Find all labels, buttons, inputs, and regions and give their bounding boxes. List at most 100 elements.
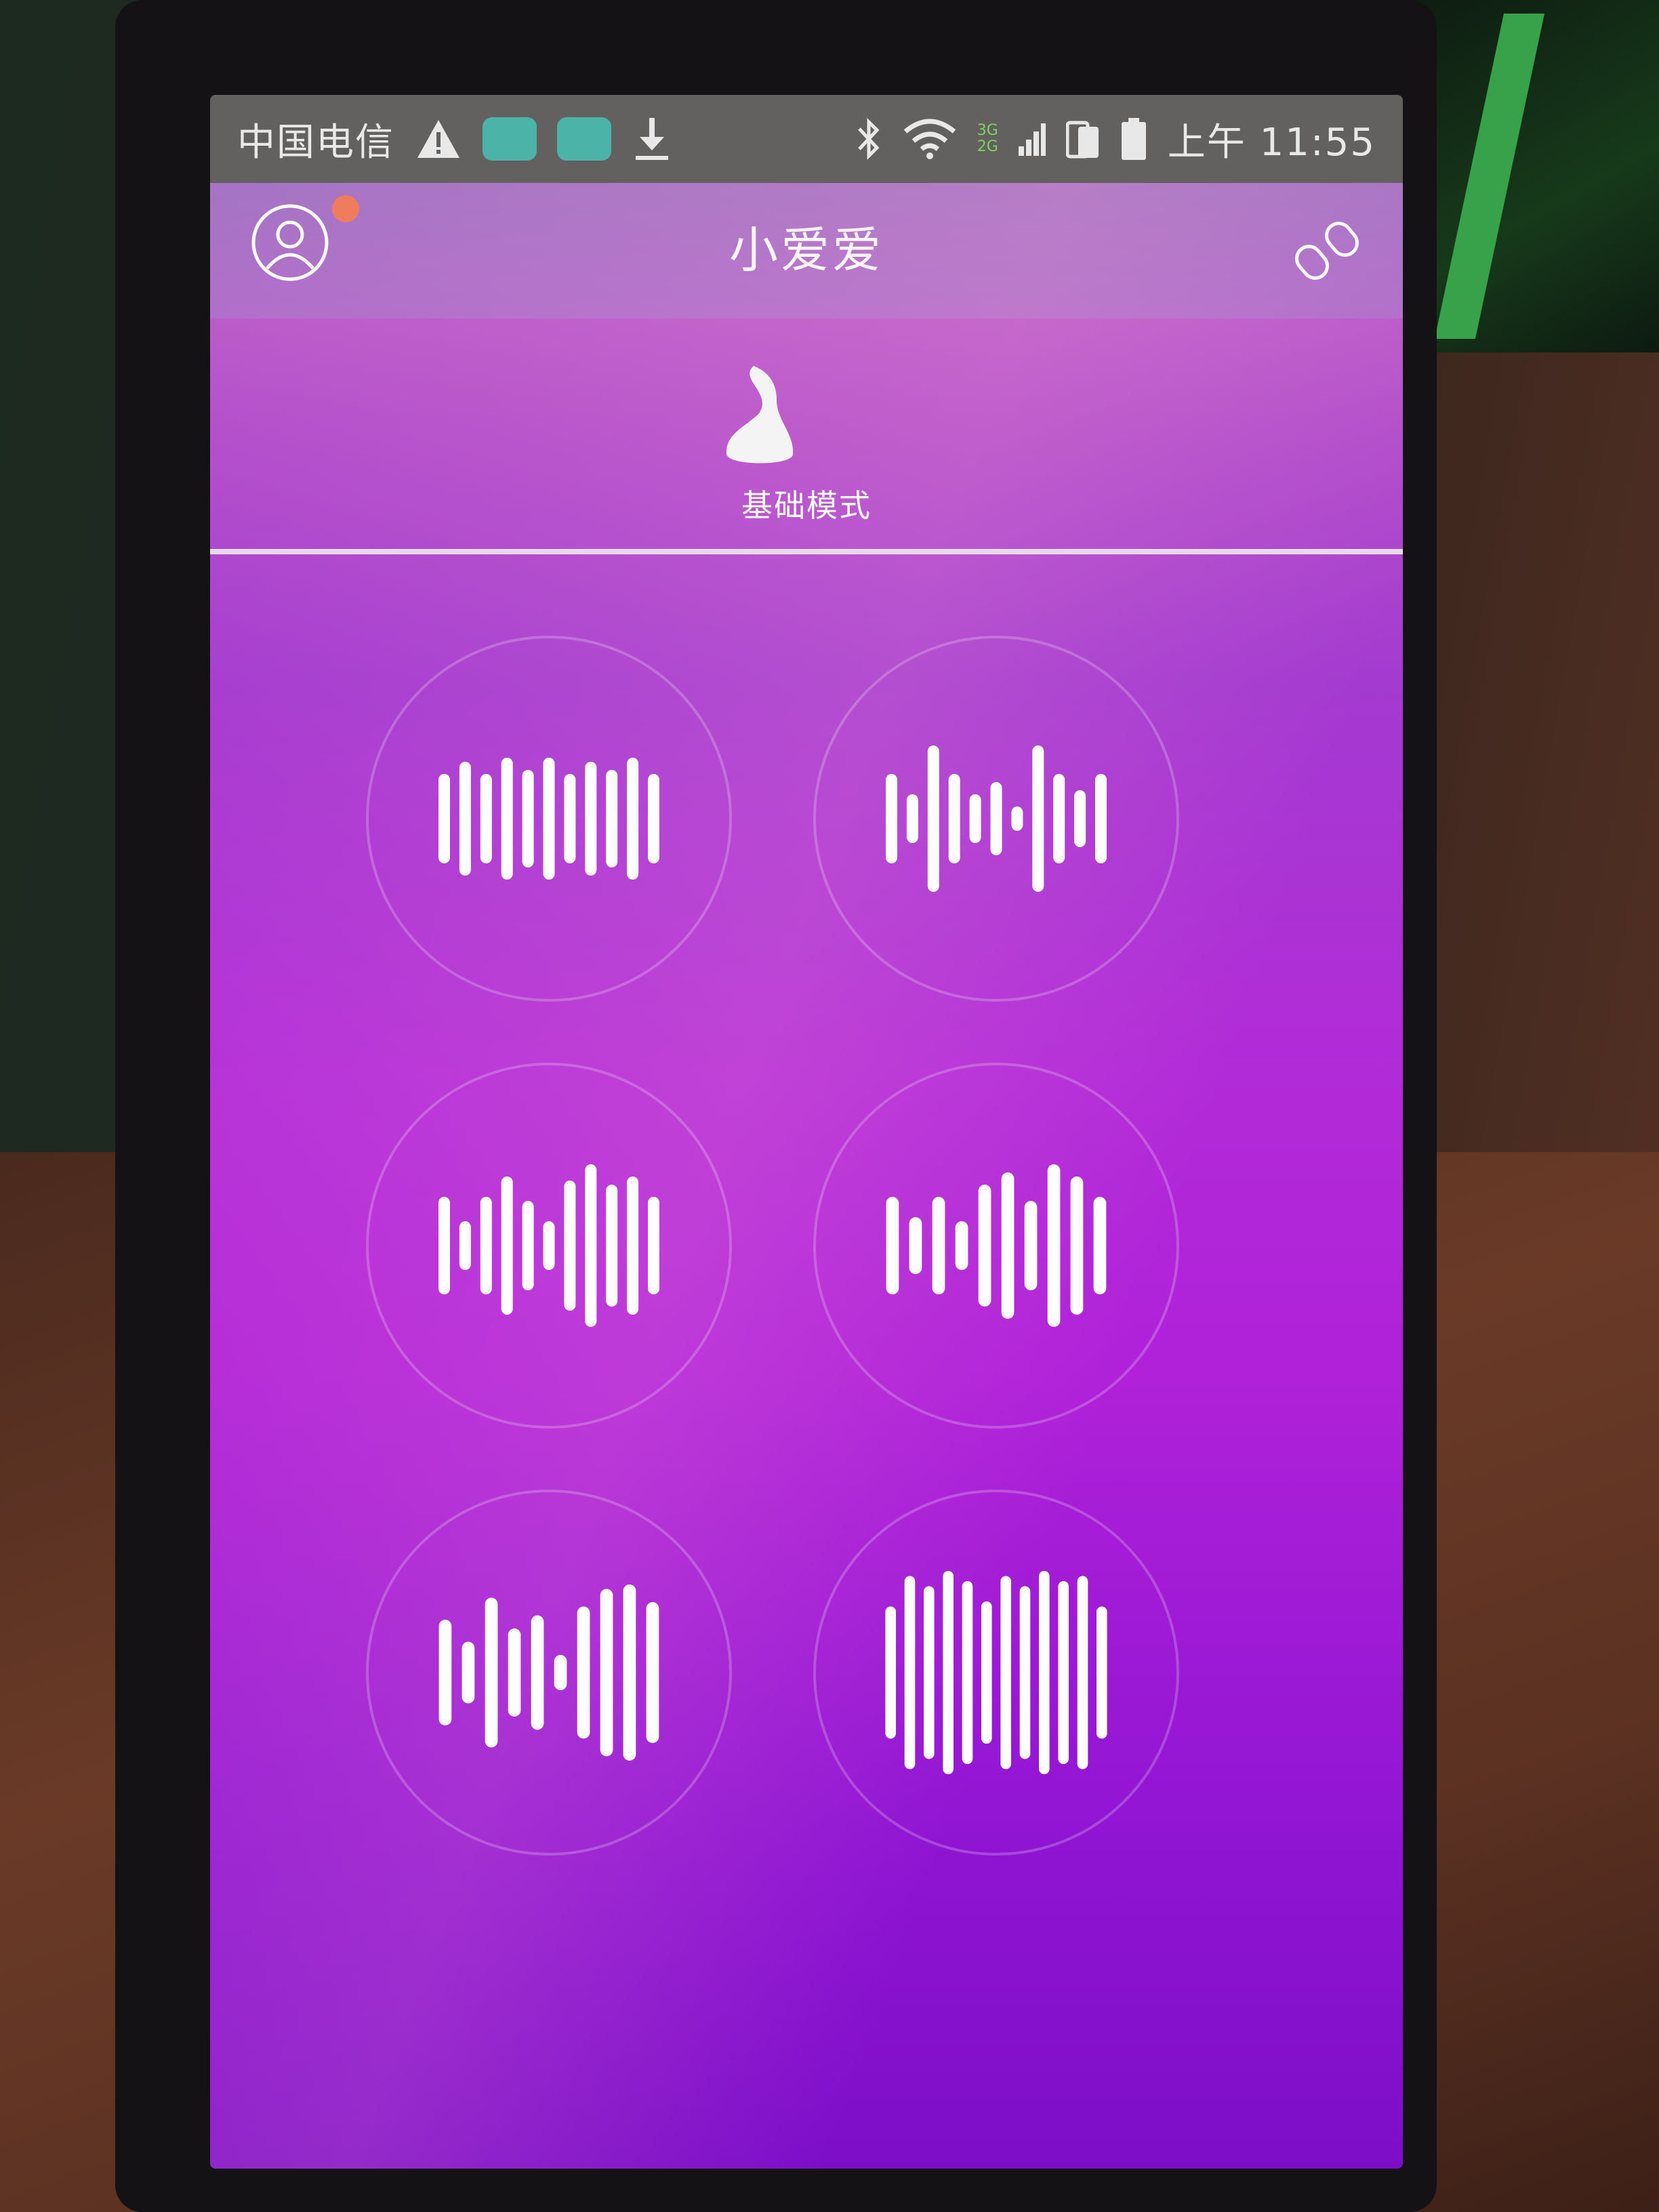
- connect-button[interactable]: [1294, 217, 1362, 285]
- waveform-bar: [585, 1164, 597, 1327]
- basic-mode-icon: [726, 366, 794, 464]
- waveform-bar: [990, 782, 1002, 855]
- pattern-button-5[interactable]: [366, 1490, 732, 1856]
- waveform-icon: [438, 1584, 659, 1761]
- waveform-bar: [909, 1217, 922, 1274]
- waveform-bar: [577, 1606, 590, 1739]
- waveform-bar: [564, 1181, 576, 1311]
- photo-background: 中国电信 3G 2G 上午 11:55 小爱爱 基础模式: [0, 0, 1659, 2212]
- waveform-bar: [1093, 1197, 1107, 1294]
- waveform-bar: [1039, 1571, 1050, 1774]
- waveform-bar: [648, 774, 659, 863]
- waveform-bar: [886, 774, 897, 863]
- waveform-bar: [1074, 790, 1086, 847]
- app-main: 小爱爱 基础模式: [210, 183, 1403, 2169]
- waveform-bar: [485, 1597, 498, 1748]
- waveform-bar: [1011, 806, 1023, 831]
- waveform-bar: [1070, 1176, 1084, 1315]
- waveform-bar: [438, 1620, 452, 1725]
- pattern-button-3[interactable]: [366, 1063, 732, 1429]
- waveform-bar: [886, 1197, 899, 1294]
- waveform-bar: [955, 1221, 968, 1270]
- waveform-bar: [1001, 1172, 1015, 1319]
- waveform-bar: [1095, 774, 1107, 863]
- pattern-grid: [210, 554, 1403, 2169]
- waveform-bar: [1019, 1586, 1031, 1759]
- tab-divider: [210, 549, 1403, 554]
- waveform-bar: [522, 1201, 534, 1290]
- waveform-bar: [885, 1606, 896, 1739]
- waveform-bar: [543, 1221, 555, 1270]
- status-time: 上午 11:55: [1167, 120, 1376, 165]
- waveform-bar: [1077, 1576, 1088, 1769]
- waveform-bar: [438, 1197, 450, 1294]
- waveform-icon: [438, 1164, 659, 1327]
- warning-icon: [415, 115, 462, 163]
- waveform-bar: [932, 1197, 945, 1294]
- waveform-icon: [886, 745, 1107, 892]
- waveform-bar: [585, 762, 597, 876]
- page-title: 小爱爱: [729, 222, 884, 279]
- waveform-bar: [1053, 774, 1065, 863]
- mode-label: 基础模式: [741, 487, 872, 524]
- status-bar: 中国电信 3G 2G 上午 11:55: [210, 95, 1403, 183]
- waveform-bar: [606, 770, 618, 867]
- waveform-bar: [627, 1176, 639, 1315]
- waveform-bar: [981, 1601, 992, 1744]
- waveform-bar: [1047, 1164, 1061, 1327]
- waveform-bar: [462, 1641, 475, 1704]
- waveform-bar: [969, 794, 981, 843]
- mode-tab-basic[interactable]: 基础模式: [210, 319, 1403, 549]
- waveform-bar: [531, 1615, 544, 1730]
- waveform-bar: [501, 1176, 513, 1315]
- phone-screen: 中国电信 3G 2G 上午 11:55 小爱爱 基础模式: [210, 95, 1403, 2169]
- pattern-button-6[interactable]: [813, 1490, 1179, 1856]
- download-icon: [632, 115, 672, 163]
- waveform-bar: [1058, 1581, 1069, 1764]
- waveform-bar: [943, 1571, 954, 1774]
- app-header: 小爱爱: [210, 183, 1403, 319]
- cellular-signal-icon: 3G 2G: [977, 115, 998, 163]
- waveform-bar: [543, 758, 555, 880]
- waveform-bar: [501, 758, 513, 880]
- waveform-bar: [962, 1581, 973, 1764]
- waveform-bar: [522, 770, 534, 867]
- waveform-bar: [623, 1584, 636, 1761]
- pattern-button-4[interactable]: [813, 1063, 1179, 1429]
- battery-icon: [1120, 115, 1147, 163]
- link-icon: [1295, 222, 1359, 280]
- waveform-bar: [564, 774, 576, 863]
- waveform-bar: [554, 1655, 567, 1690]
- waveform-bar: [648, 1197, 659, 1294]
- waveform-bar: [904, 1576, 916, 1769]
- pattern-button-1[interactable]: [366, 636, 732, 1002]
- waveform-bar: [600, 1589, 613, 1757]
- carrier-label: 中国电信: [237, 120, 394, 165]
- dual-sim-icon: [1065, 115, 1100, 163]
- waveform-bar: [948, 774, 960, 863]
- waveform-bar: [459, 762, 471, 876]
- waveform-bar: [606, 1185, 618, 1307]
- waveform-icon: [886, 1164, 1107, 1327]
- waveform-bar: [459, 1221, 471, 1270]
- network-label-3g: 3G: [977, 122, 998, 139]
- waveform-icon: [885, 1571, 1107, 1774]
- waveform-bar: [1097, 1606, 1107, 1739]
- waveform-bar: [480, 1197, 492, 1294]
- pattern-button-2[interactable]: [813, 636, 1179, 1002]
- waveform-bar: [646, 1602, 659, 1743]
- wifi-icon: [903, 115, 957, 163]
- network-label-2g: 2G: [977, 138, 998, 155]
- waveform-bar: [508, 1629, 521, 1717]
- waveform-icon: [438, 758, 659, 880]
- waveform-bar: [978, 1185, 991, 1307]
- app-notification-icon: [483, 115, 537, 163]
- waveform-bar: [438, 774, 450, 863]
- waveform-bar: [1032, 745, 1044, 892]
- waveform-bar: [1024, 1201, 1038, 1290]
- waveform-bar: [627, 758, 639, 880]
- app-notification-icon-2: [557, 115, 611, 163]
- waveform-bar: [480, 774, 492, 863]
- waveform-bar: [906, 794, 918, 843]
- waveform-bar: [1000, 1576, 1011, 1769]
